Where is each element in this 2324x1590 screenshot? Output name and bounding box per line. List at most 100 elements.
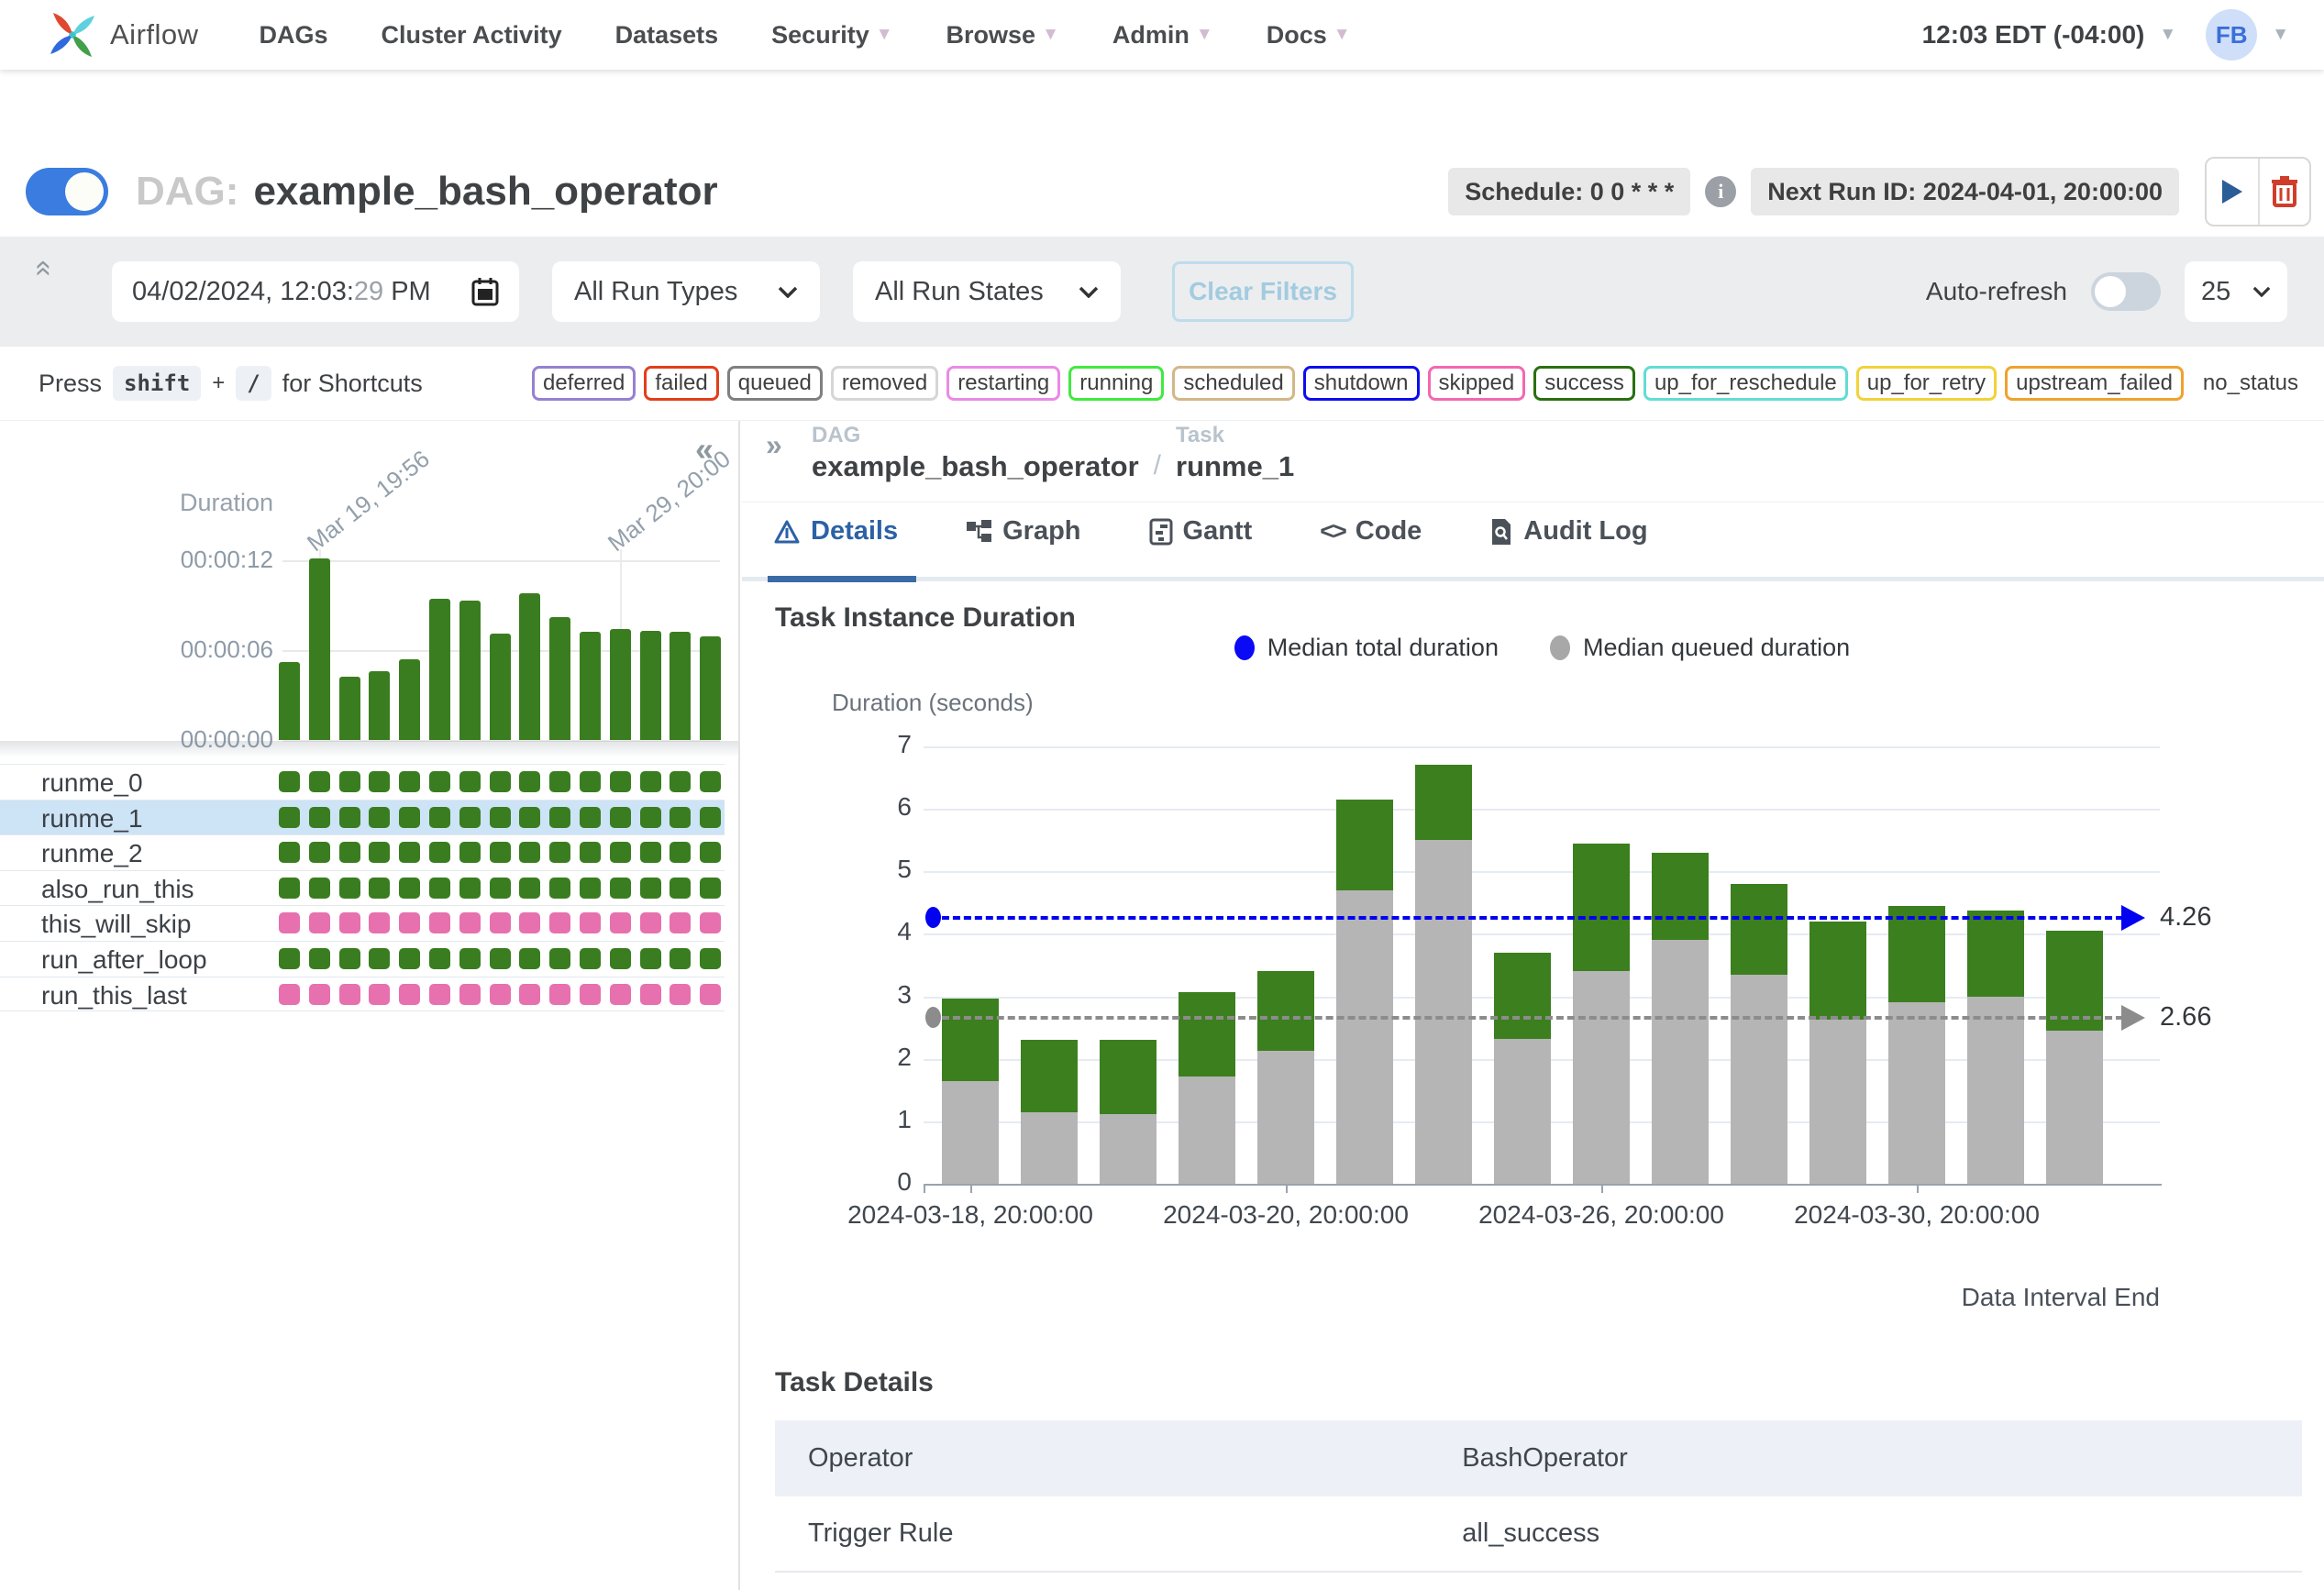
task-instance-square-success[interactable]: [670, 842, 691, 863]
task-instance-square-success[interactable]: [399, 842, 420, 863]
tab-gantt[interactable]: Gantt: [1149, 516, 1253, 547]
task-instance-square-success[interactable]: [399, 878, 420, 899]
task-instance-square-success[interactable]: [549, 948, 570, 969]
auto-refresh-toggle[interactable]: [2091, 272, 2161, 311]
task-instance-square-success[interactable]: [459, 771, 481, 792]
task-instance-square-success[interactable]: [519, 948, 540, 969]
task-instance-square-skipped[interactable]: [429, 912, 450, 933]
task-instance-square-success[interactable]: [339, 807, 360, 828]
schedule-badge[interactable]: Schedule: 0 0 * * *: [1448, 168, 1690, 215]
task-instance-square-success[interactable]: [580, 807, 601, 828]
duration-bar[interactable]: [1021, 1040, 1078, 1184]
task-instance-square-success[interactable]: [640, 771, 661, 792]
legend-item[interactable]: Median total duration: [1234, 634, 1499, 662]
task-instance-square-skipped[interactable]: [549, 912, 570, 933]
task-instance-square-success[interactable]: [549, 807, 570, 828]
task-instance-square-success[interactable]: [519, 771, 540, 792]
task-instance-square-success[interactable]: [279, 771, 300, 792]
task-row-runme_1[interactable]: runme_1: [0, 800, 725, 835]
task-instance-square-skipped[interactable]: [399, 984, 420, 1005]
task-instance-square-success[interactable]: [369, 771, 390, 792]
nav-item-admin[interactable]: Admin▼: [1112, 21, 1213, 50]
task-instance-square-success[interactable]: [309, 878, 330, 899]
run-duration-bar[interactable]: [580, 632, 601, 740]
nav-item-browse[interactable]: Browse▼: [946, 21, 1059, 50]
date-filter-input[interactable]: 04/02/2024, 12:03:29 PM: [112, 261, 519, 322]
delete-dag-button[interactable]: [2258, 159, 2309, 225]
run-duration-bar[interactable]: [459, 601, 481, 740]
task-instance-square-success[interactable]: [309, 807, 330, 828]
run-duration-bar[interactable]: [309, 558, 330, 740]
task-row-also_run_this[interactable]: also_run_this: [0, 870, 725, 906]
run-duration-bar[interactable]: [610, 629, 631, 740]
task-instance-square-success[interactable]: [429, 807, 450, 828]
task-instance-square-skipped[interactable]: [490, 984, 511, 1005]
task-instance-square-skipped[interactable]: [700, 912, 721, 933]
task-instance-square-success[interactable]: [429, 771, 450, 792]
duration-bar[interactable]: [2046, 931, 2103, 1184]
task-instance-square-skipped[interactable]: [519, 984, 540, 1005]
task-instance-square-success[interactable]: [369, 807, 390, 828]
task-instance-square-success[interactable]: [549, 771, 570, 792]
task-instance-square-success[interactable]: [580, 878, 601, 899]
task-instance-square-success[interactable]: [429, 842, 450, 863]
task-instance-square-success[interactable]: [670, 948, 691, 969]
status-badge-no_status[interactable]: no_status: [2192, 366, 2309, 401]
task-row-run_this_last[interactable]: run_this_last: [0, 977, 725, 1012]
duration-bar[interactable]: [1336, 800, 1393, 1184]
task-instance-square-success[interactable]: [369, 878, 390, 899]
task-instance-square-success[interactable]: [640, 878, 661, 899]
task-instance-square-skipped[interactable]: [309, 912, 330, 933]
task-instance-square-success[interactable]: [490, 807, 511, 828]
tab-audit-log[interactable]: Audit Log: [1489, 516, 1647, 547]
task-row-runme_0[interactable]: runme_0: [0, 764, 725, 800]
task-instance-square-skipped[interactable]: [519, 912, 540, 933]
task-instance-square-success[interactable]: [369, 842, 390, 863]
task-instance-square-success[interactable]: [279, 842, 300, 863]
task-instance-square-success[interactable]: [670, 771, 691, 792]
run-duration-bar[interactable]: [700, 636, 721, 740]
task-instance-square-success[interactable]: [700, 878, 721, 899]
run-duration-bar[interactable]: [670, 632, 691, 740]
task-instance-square-success[interactable]: [549, 878, 570, 899]
task-instance-square-success[interactable]: [610, 878, 631, 899]
duration-bar[interactable]: [1415, 765, 1472, 1184]
nav-item-cluster-activity[interactable]: Cluster Activity: [382, 21, 562, 50]
status-badge-removed[interactable]: removed: [831, 366, 938, 401]
task-instance-square-success[interactable]: [670, 807, 691, 828]
run-duration-bar[interactable]: [369, 671, 390, 740]
task-instance-square-skipped[interactable]: [610, 912, 631, 933]
duration-bar[interactable]: [1573, 844, 1630, 1184]
run-duration-bar[interactable]: [429, 599, 450, 740]
task-instance-square-success[interactable]: [700, 842, 721, 863]
task-instance-square-skipped[interactable]: [490, 912, 511, 933]
expand-panel-icon[interactable]: »: [766, 428, 782, 462]
task-instance-square-success[interactable]: [459, 878, 481, 899]
task-instance-square-success[interactable]: [700, 771, 721, 792]
tab-details[interactable]: Details: [773, 516, 898, 547]
task-instance-square-skipped[interactable]: [279, 912, 300, 933]
duration-bar[interactable]: [1888, 906, 1945, 1184]
task-instance-square-success[interactable]: [610, 948, 631, 969]
task-instance-square-success[interactable]: [580, 948, 601, 969]
status-badge-failed[interactable]: failed: [644, 366, 718, 401]
run-types-select[interactable]: All Run Types: [552, 261, 820, 322]
task-instance-square-success[interactable]: [490, 878, 511, 899]
nav-item-security[interactable]: Security▼: [771, 21, 892, 50]
task-instance-square-success[interactable]: [399, 771, 420, 792]
task-instance-square-skipped[interactable]: [670, 912, 691, 933]
task-instance-square-success[interactable]: [279, 878, 300, 899]
duration-bar[interactable]: [1494, 953, 1551, 1184]
task-instance-square-skipped[interactable]: [279, 984, 300, 1005]
status-badge-shutdown[interactable]: shutdown: [1303, 366, 1420, 401]
run-duration-bar[interactable]: [640, 631, 661, 740]
status-badge-scheduled[interactable]: scheduled: [1172, 366, 1294, 401]
task-instance-square-success[interactable]: [519, 878, 540, 899]
page-size-select[interactable]: 25: [2185, 261, 2287, 322]
task-instance-square-skipped[interactable]: [700, 984, 721, 1005]
task-instance-square-success[interactable]: [580, 771, 601, 792]
task-instance-square-success[interactable]: [700, 948, 721, 969]
status-badge-queued[interactable]: queued: [727, 366, 823, 401]
dag-pause-toggle[interactable]: [26, 168, 108, 215]
collapse-filters-icon[interactable]: «: [28, 260, 61, 277]
